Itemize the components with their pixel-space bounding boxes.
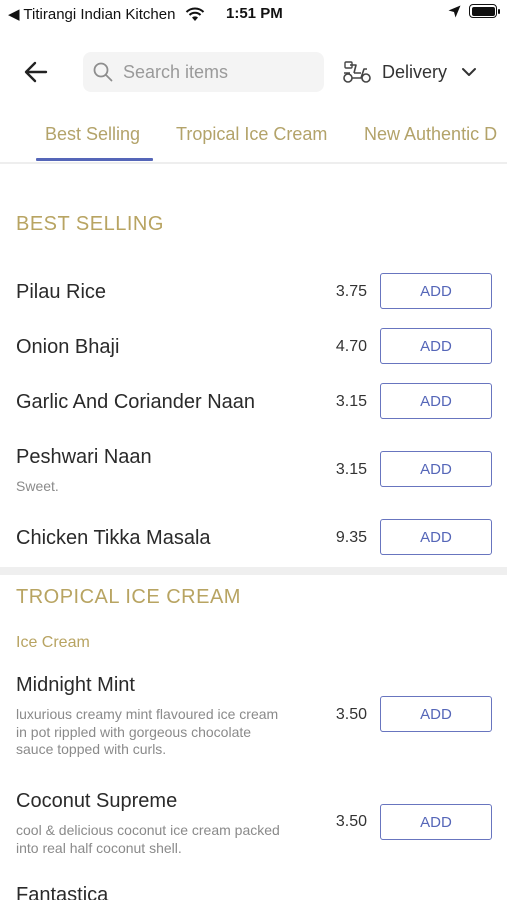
status-time: 1:51 PM	[226, 5, 283, 22]
search-icon	[93, 62, 113, 82]
back-arrow-icon	[24, 61, 48, 83]
add-button[interactable]: ADD	[380, 451, 492, 487]
status-back-label: ◀ Titirangi Indian Kitchen	[8, 6, 176, 23]
battery-icon	[469, 4, 500, 18]
add-button[interactable]: ADD	[380, 273, 492, 309]
add-button[interactable]: ADD	[380, 519, 492, 555]
search-input[interactable]	[123, 61, 313, 83]
chevron-down-icon	[462, 68, 477, 76]
item-name: Midnight Mint	[16, 674, 135, 696]
add-button[interactable]: ADD	[380, 804, 492, 840]
tab-new-authentic[interactable]: New Authentic D	[364, 124, 497, 145]
active-tab-indicator	[36, 158, 153, 161]
item-price: 3.50	[335, 706, 367, 723]
item-name: Garlic And Coriander Naan	[16, 391, 256, 413]
item-name: Peshwari Naan	[16, 446, 152, 468]
delivery-selector[interactable]: Delivery	[342, 56, 477, 88]
item-price: 3.15	[335, 461, 367, 478]
item-description: cool & delicious coconut ice cream packe…	[16, 822, 280, 856]
status-bar: ◀ Titirangi Indian Kitchen 1:51 PM	[0, 0, 507, 28]
item-price: 3.15	[335, 393, 367, 410]
item-description: Sweet.	[16, 478, 59, 494]
section-title-best-selling: BEST SELLING	[16, 213, 164, 235]
status-right	[448, 4, 500, 18]
item-name: Fantastica	[16, 884, 109, 900]
status-back-app[interactable]: ◀ Titirangi Indian Kitchen	[8, 5, 205, 23]
category-tabs: Best Selling Tropical Ice Cream New Auth…	[0, 118, 507, 164]
tab-tropical-ice-cream[interactable]: Tropical Ice Cream	[176, 124, 327, 145]
search-box[interactable]	[83, 52, 324, 92]
item-price: 9.35	[335, 529, 367, 546]
delivery-label: Delivery	[382, 61, 448, 82]
back-button[interactable]	[22, 60, 50, 84]
add-button[interactable]: ADD	[380, 383, 492, 419]
item-price: 4.70	[335, 338, 367, 355]
section-divider	[0, 567, 507, 575]
item-name: Onion Bhaji	[16, 336, 120, 358]
item-name: Chicken Tikka Masala	[16, 527, 211, 549]
item-description: luxurious creamy mint flavoured ice crea…	[16, 706, 279, 757]
item-price: 3.50	[335, 813, 367, 830]
tab-best-selling[interactable]: Best Selling	[45, 124, 140, 145]
add-button[interactable]: ADD	[380, 696, 492, 732]
subsection-title: Ice Cream	[16, 634, 90, 651]
add-button[interactable]: ADD	[380, 328, 492, 364]
section-title-tropical-ice-cream: TROPICAL ICE CREAM	[16, 586, 241, 608]
header: Delivery	[0, 50, 507, 94]
wifi-icon	[186, 7, 205, 21]
item-price: 3.75	[335, 283, 367, 300]
item-name: Pilau Rice	[16, 281, 107, 303]
scooter-icon	[343, 61, 371, 83]
location-arrow-icon	[448, 5, 461, 17]
item-name: Coconut Supreme	[16, 790, 178, 812]
